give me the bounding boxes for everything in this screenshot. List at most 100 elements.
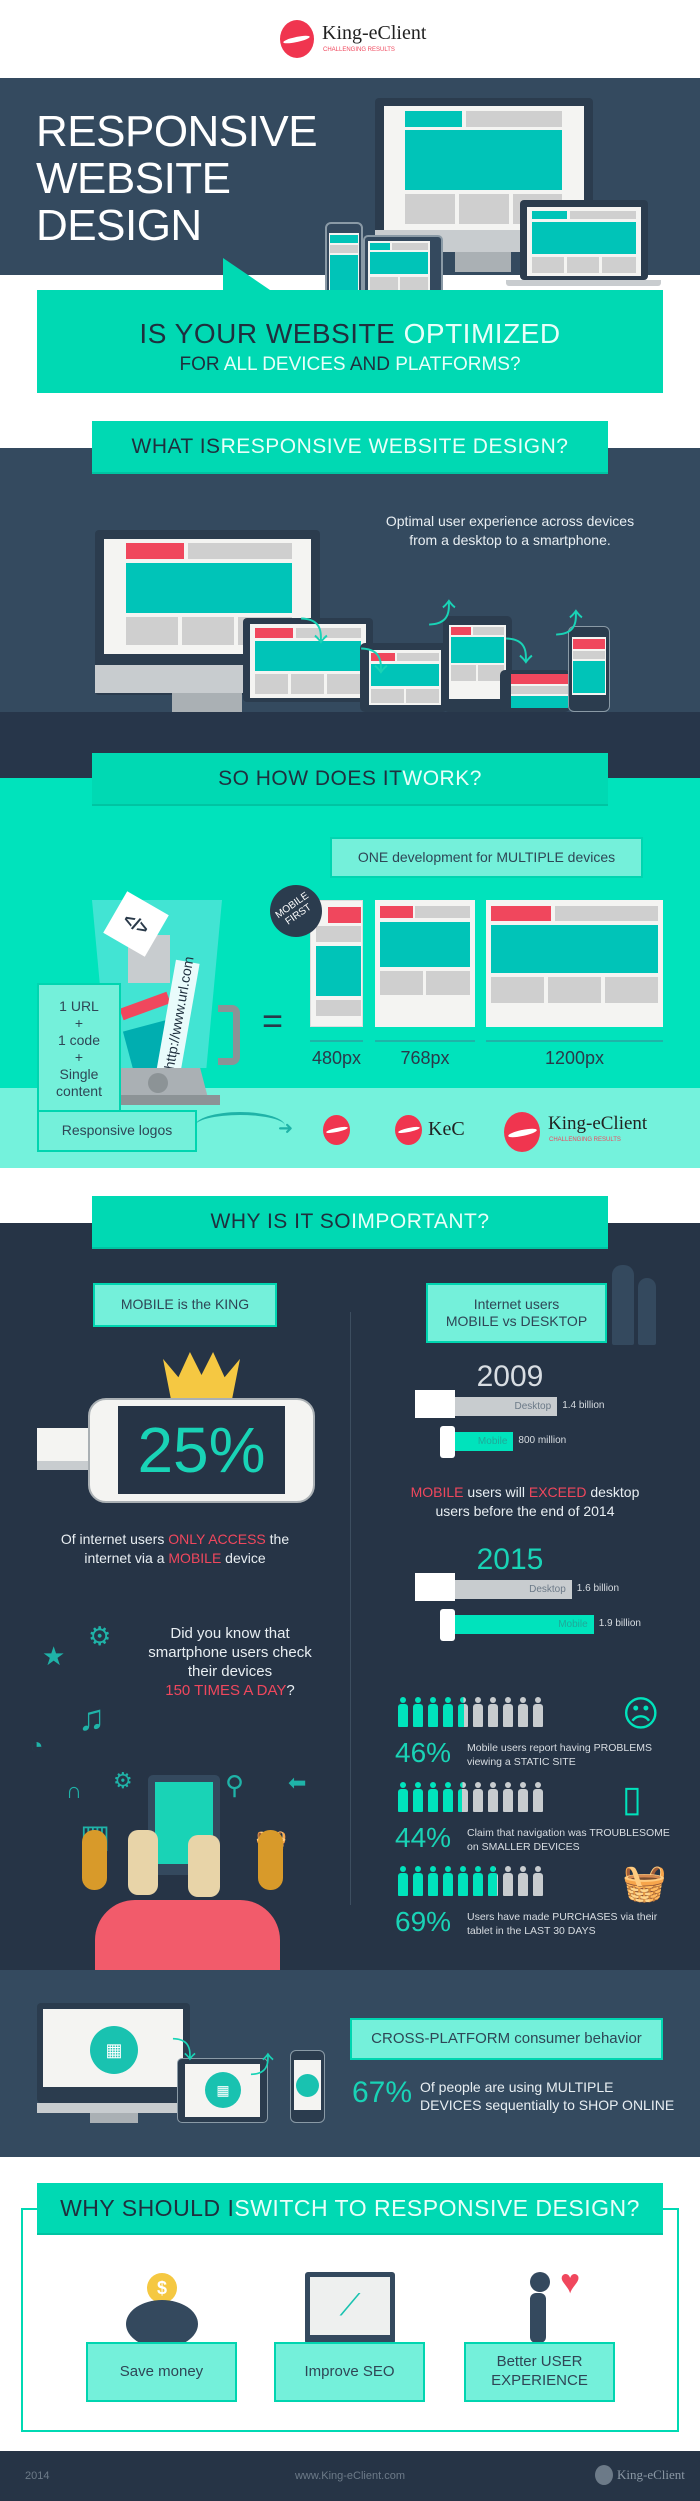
one-development-box: ONE development for MULTIPLE devices: [330, 837, 643, 878]
person-icon: [413, 1782, 423, 1812]
arrow-icon: ⤵: [300, 616, 329, 647]
highlight: MOBILE: [410, 1484, 464, 1500]
monitor-icon: [37, 1428, 89, 1470]
header-logo[interactable]: King-eClient CHALLENGING RESULTS: [280, 18, 430, 60]
mobile-value: 1.9 billion: [598, 1618, 641, 1629]
hero-question-box: IS YOUR WEBSITE OPTIMIZED FOR ALL DEVICE…: [37, 290, 663, 393]
cross-text: Of people are using MULTIPLE DEVICES seq…: [420, 2078, 674, 2114]
question-highlight: ALL DEVICES: [223, 354, 350, 375]
description-line: from a desktop to a smartphone.: [409, 532, 611, 548]
footer-year: 2014: [25, 2470, 50, 2482]
text: ?: [286, 1682, 295, 1699]
person-icon: [503, 1866, 513, 1896]
basket-icon: ▦: [90, 2026, 138, 2074]
text: Users have made PURCHASES via their: [467, 1911, 658, 1923]
divider: [350, 1312, 351, 1905]
question-text: AND: [349, 354, 396, 375]
hero-title-line: WEBSITE: [36, 154, 231, 203]
hero-title-line: RESPONSIVE: [36, 107, 318, 156]
person-icon: [503, 1782, 513, 1812]
hero-question-line1: IS YOUR WEBSITE OPTIMIZED: [37, 318, 663, 350]
logo-large-tagline: CHALLENGING RESULTS: [549, 1137, 621, 1143]
year-label: 2009: [476, 1360, 544, 1393]
did-you-know-text: Did you know that smartphone users check…: [130, 1624, 330, 1700]
phone-rotate-icon: ▯: [622, 1778, 642, 1819]
person-icon: [458, 1866, 468, 1896]
question-text: IS YOUR WEBSITE: [139, 318, 404, 349]
heading-highlight: IMPORTANT?: [351, 1209, 490, 1233]
logo-medium-icon: [395, 1115, 422, 1145]
bar-label: Desktop: [514, 1401, 552, 1412]
curved-arrow-icon: [195, 1112, 285, 1140]
phone-icon: [440, 1609, 455, 1641]
star-icon: ★: [42, 1641, 66, 1671]
text: on SMALLER DEVICES: [467, 1841, 580, 1853]
stat-text: Claim that navigation was TROUBLESOME on …: [467, 1826, 670, 1854]
person-icon: [428, 1782, 438, 1812]
speech-notch: [223, 258, 270, 290]
box-line: MOBILE vs DESKTOP: [445, 1313, 588, 1329]
benefit-card: Save money: [86, 2342, 237, 2402]
text: their devices: [187, 1663, 273, 1680]
heading-text: WHY IS IT SO: [210, 1209, 352, 1233]
question-highlight: OPTIMIZED: [403, 318, 561, 349]
text: users before the end of 2014: [435, 1503, 615, 1519]
people-row: [398, 1697, 548, 1732]
person-icon: [488, 1782, 498, 1812]
person-icon: [518, 1697, 528, 1727]
text: Did you know that: [170, 1625, 290, 1642]
brand-name: King-eClient: [322, 22, 427, 44]
person-icon: [443, 1782, 453, 1812]
breakpoint-768: 768px: [400, 1048, 450, 1068]
footer-logo-icon: [595, 2465, 613, 2485]
how-heading: SO HOW DOES IT WORK?: [92, 753, 608, 804]
arrow-icon: ⤴: [555, 608, 584, 639]
hero-title-line: DESIGN: [36, 201, 202, 250]
arrow-head-icon: ➜: [278, 1118, 294, 1138]
footer-brand: King-eClient: [617, 2467, 685, 2482]
headphones-icon: ∩: [66, 1778, 82, 1803]
bar-label: Desktop: [529, 1584, 566, 1595]
monitor-icon: [415, 1390, 455, 1418]
heading-text: WHY SHOULD I: [60, 2194, 235, 2221]
card-label-line: Improve SEO: [304, 2362, 395, 2380]
card-label-line: EXPERIENCE: [491, 2372, 588, 2389]
card-label-line: Better USER: [496, 2353, 583, 2371]
basket-icon: ▦: [205, 2072, 241, 2108]
footer-url[interactable]: www.King-eClient.com: [250, 2470, 450, 2482]
logo-large-text: King-eClient: [548, 1113, 648, 1134]
search-icon: ⚲: [225, 1770, 245, 1800]
ingredient: +: [74, 1014, 84, 1031]
brand-tagline: CHALLENGING RESULTS: [323, 47, 395, 53]
year-label: 2015: [476, 1543, 544, 1576]
cross-percent: 67%: [352, 2076, 413, 2109]
heading-highlight: WORK?: [402, 766, 482, 790]
highlight: ONLY ACCESS: [168, 1531, 266, 1547]
text: viewing a STATIC SITE: [467, 1756, 576, 1768]
box-line: Internet users: [473, 1295, 560, 1312]
text: DEVICES sequentially to SHOP ONLINE: [420, 2097, 675, 2113]
stat-percent: 44%: [395, 1822, 452, 1853]
person-icon: [488, 1697, 498, 1727]
person-icon: [398, 1697, 408, 1727]
arrow-icon: ⤴: [250, 2052, 274, 2079]
person-icon: [518, 1782, 528, 1812]
card-label-line: Save money: [119, 2362, 204, 2380]
arrow-icon: ⤵: [172, 2037, 196, 2064]
ingredients-box: 1 URL + 1 code + Single content: [37, 983, 121, 1114]
person-icon: [398, 1782, 408, 1812]
question-highlight: PLATFORMS?: [395, 354, 521, 375]
sad-face-icon: ☹: [622, 1693, 660, 1734]
description-line: Optimal user experience across devices: [385, 513, 635, 529]
people-silhouette-icon: [638, 1278, 656, 1345]
ingredient: Single: [59, 1065, 99, 1082]
text: tablet in the LAST 30 DAYS: [467, 1925, 596, 1937]
person-icon: [458, 1697, 468, 1727]
ingredient: 1 code: [57, 1031, 101, 1048]
mobile-access-text: Of internet users ONLY ACCESS the intern…: [40, 1530, 310, 1568]
mobile-percent: 25%: [118, 1406, 285, 1494]
important-heading: WHY IS IT SO IMPORTANT?: [92, 1196, 608, 1247]
responsive-logos-box: Responsive logos: [37, 1110, 197, 1152]
person-icon: [473, 1697, 483, 1727]
equals-sign: =: [262, 1000, 284, 1041]
